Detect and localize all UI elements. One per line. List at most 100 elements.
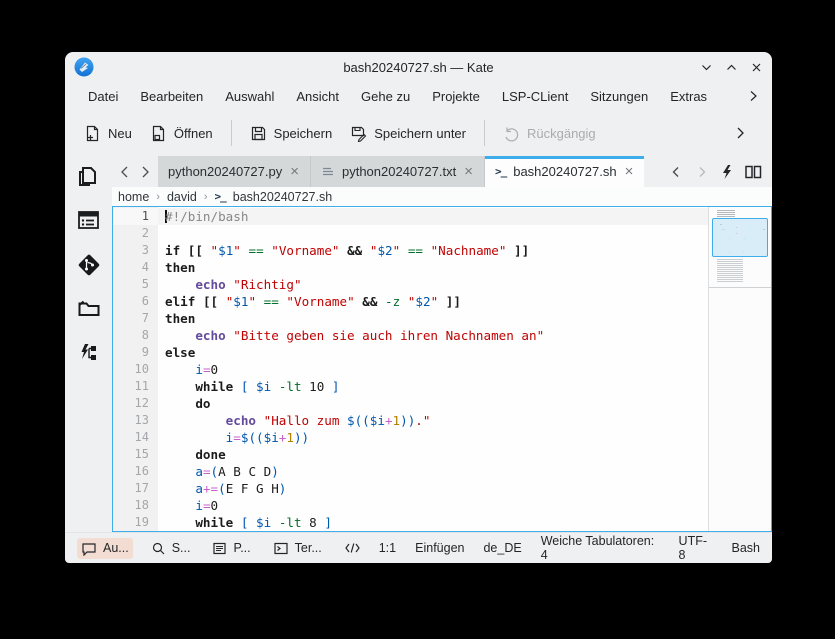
tabs-scroll-left-button[interactable] [116, 163, 134, 181]
menu-lsp-client[interactable]: LSP-CLient [491, 85, 579, 108]
cursor-position[interactable]: 1:1 [379, 541, 396, 555]
new-file-button[interactable]: Neu [75, 119, 141, 148]
menu-overflow-button[interactable] [746, 89, 760, 103]
code-context-button[interactable] [340, 538, 365, 558]
line-number: 11 [113, 378, 158, 395]
menu-gehe-zu[interactable]: Gehe zu [350, 85, 421, 108]
undo-icon [503, 125, 520, 142]
save-button[interactable]: Speichern [241, 119, 342, 148]
code-line: echo "Richtig" [158, 276, 708, 293]
open-file-icon [150, 125, 167, 142]
tabs-scroll-right-button[interactable] [136, 163, 154, 181]
dictionary[interactable]: de_DE [483, 541, 521, 555]
undo-button[interactable]: Rückgängig [494, 119, 605, 148]
filesystem-panel-button[interactable] [74, 295, 104, 322]
quick-open-button[interactable] [720, 164, 734, 180]
projects-panel-toggle[interactable]: P... [208, 538, 254, 559]
encoding[interactable]: UTF-8 [679, 534, 713, 562]
tab-label: python20240727.txt [342, 164, 456, 179]
minimap-viewport[interactable]: #!/bin/bashif [[ "$1" == "Vorname" && "$… [712, 218, 768, 257]
tab-close-icon[interactable]: × [463, 164, 474, 179]
line-number: 10 [113, 361, 158, 378]
list-box-icon [212, 541, 227, 556]
minimap-document-end [709, 287, 771, 288]
line-number: 13 [113, 412, 158, 429]
open-file-label: Öffnen [174, 126, 213, 141]
line-number: 2 [113, 225, 158, 242]
projects-panel-label: P... [233, 541, 250, 555]
quick-open-panel-button[interactable] [74, 339, 104, 366]
search-panel-toggle[interactable]: S... [147, 538, 195, 559]
open-file-button[interactable]: Öffnen [141, 119, 222, 148]
line-number-gutter[interactable]: 12345678910111213141516171819 [113, 207, 158, 531]
breadcrumb-file[interactable]: bash20240727.sh [233, 190, 332, 204]
line-number: 9 [113, 344, 158, 361]
breadcrumb-home[interactable]: home [118, 190, 149, 204]
syntax-mode[interactable]: Bash [732, 541, 761, 555]
menu-sitzungen[interactable]: Sitzungen [579, 85, 659, 108]
save-as-icon [350, 125, 367, 142]
minimize-button[interactable] [698, 59, 714, 75]
code-line: done [158, 446, 708, 463]
code-area[interactable]: #!/bin/bash if [[ "$1" == "Vorname" && "… [158, 207, 708, 531]
git-panel-button[interactable] [74, 251, 104, 278]
menu-ansicht[interactable]: Ansicht [285, 85, 350, 108]
tool-sidebar [65, 156, 112, 532]
code-line: else [158, 344, 708, 361]
window-title: bash20240727.sh — Kate [65, 60, 772, 75]
save-as-button[interactable]: Speichern unter [341, 119, 475, 148]
maximize-button[interactable] [723, 59, 739, 75]
tab-settings[interactable]: Weiche Tabulatoren: 4 [541, 534, 660, 562]
chevron-right-icon: › [156, 191, 160, 203]
tab-close-icon[interactable]: × [624, 164, 635, 179]
line-number: 4 [113, 259, 158, 276]
line-number: 3 [113, 242, 158, 259]
undo-label: Rückgängig [527, 126, 596, 141]
tab-bash-sh[interactable]: >_ bash20240727.sh × [485, 156, 644, 187]
line-number: 19 [113, 514, 158, 531]
menu-extras[interactable]: Extras [659, 85, 718, 108]
menubar: Datei Bearbeiten Auswahl Ansicht Gehe zu… [65, 82, 772, 110]
split-view-button[interactable] [744, 164, 762, 180]
save-label: Speichern [274, 126, 333, 141]
line-number: 6 [113, 293, 158, 310]
toolbar-separator [484, 120, 485, 146]
close-button[interactable] [748, 59, 764, 75]
terminal-panel-toggle[interactable]: Ter... [269, 538, 326, 559]
line-number: 7 [113, 310, 158, 327]
search-icon [151, 541, 166, 556]
breadcrumb-david[interactable]: david [167, 190, 197, 204]
history-forward-button[interactable] [694, 164, 710, 180]
output-panel-label: Au... [103, 541, 129, 555]
minimap-scrollbar[interactable]: #!/bin/bashif [[ "$1" == "Vorname" && "$… [708, 207, 771, 531]
minimap-line: elif [[ "$1" == "Vorname" && -z "$2" ]] [716, 229, 767, 231]
code-line: echo "Hallo zum $(($i+1))." [158, 412, 708, 429]
new-file-label: Neu [108, 126, 132, 141]
terminal-panel-label: Ter... [295, 541, 322, 555]
history-back-button[interactable] [668, 164, 684, 180]
menu-projekte[interactable]: Projekte [421, 85, 491, 108]
code-line: #!/bin/bash [158, 208, 708, 225]
code-line: if [[ "$1" == "Vorname" && "$2" == "Nach… [158, 242, 708, 259]
list-details-panel-button[interactable] [74, 207, 104, 234]
menu-auswahl[interactable]: Auswahl [214, 85, 285, 108]
output-panel-toggle[interactable]: Au... [77, 538, 133, 559]
tab-close-icon[interactable]: × [289, 164, 300, 179]
toolbar-overflow-button[interactable] [732, 125, 748, 141]
shell-script-icon: >_ [495, 165, 506, 178]
documents-panel-button[interactable] [74, 163, 104, 190]
line-number: 14 [113, 429, 158, 446]
code-line: do [158, 395, 708, 412]
breadcrumb: home › david › >_ bash20240727.sh [112, 187, 772, 206]
tab-python-txt[interactable]: python20240727.txt × [311, 156, 485, 187]
tab-python-py[interactable]: python20240727.py × [158, 156, 311, 187]
menu-datei[interactable]: Datei [77, 85, 129, 108]
chevron-right-icon: › [204, 191, 208, 203]
input-mode[interactable]: Einfügen [415, 541, 464, 555]
line-number: 5 [113, 276, 158, 293]
tab-label: python20240727.py [168, 164, 282, 179]
menu-bearbeiten[interactable]: Bearbeiten [129, 85, 214, 108]
line-number: 1 [113, 208, 158, 225]
save-as-label: Speichern unter [374, 126, 466, 141]
kate-app-icon [73, 56, 95, 78]
